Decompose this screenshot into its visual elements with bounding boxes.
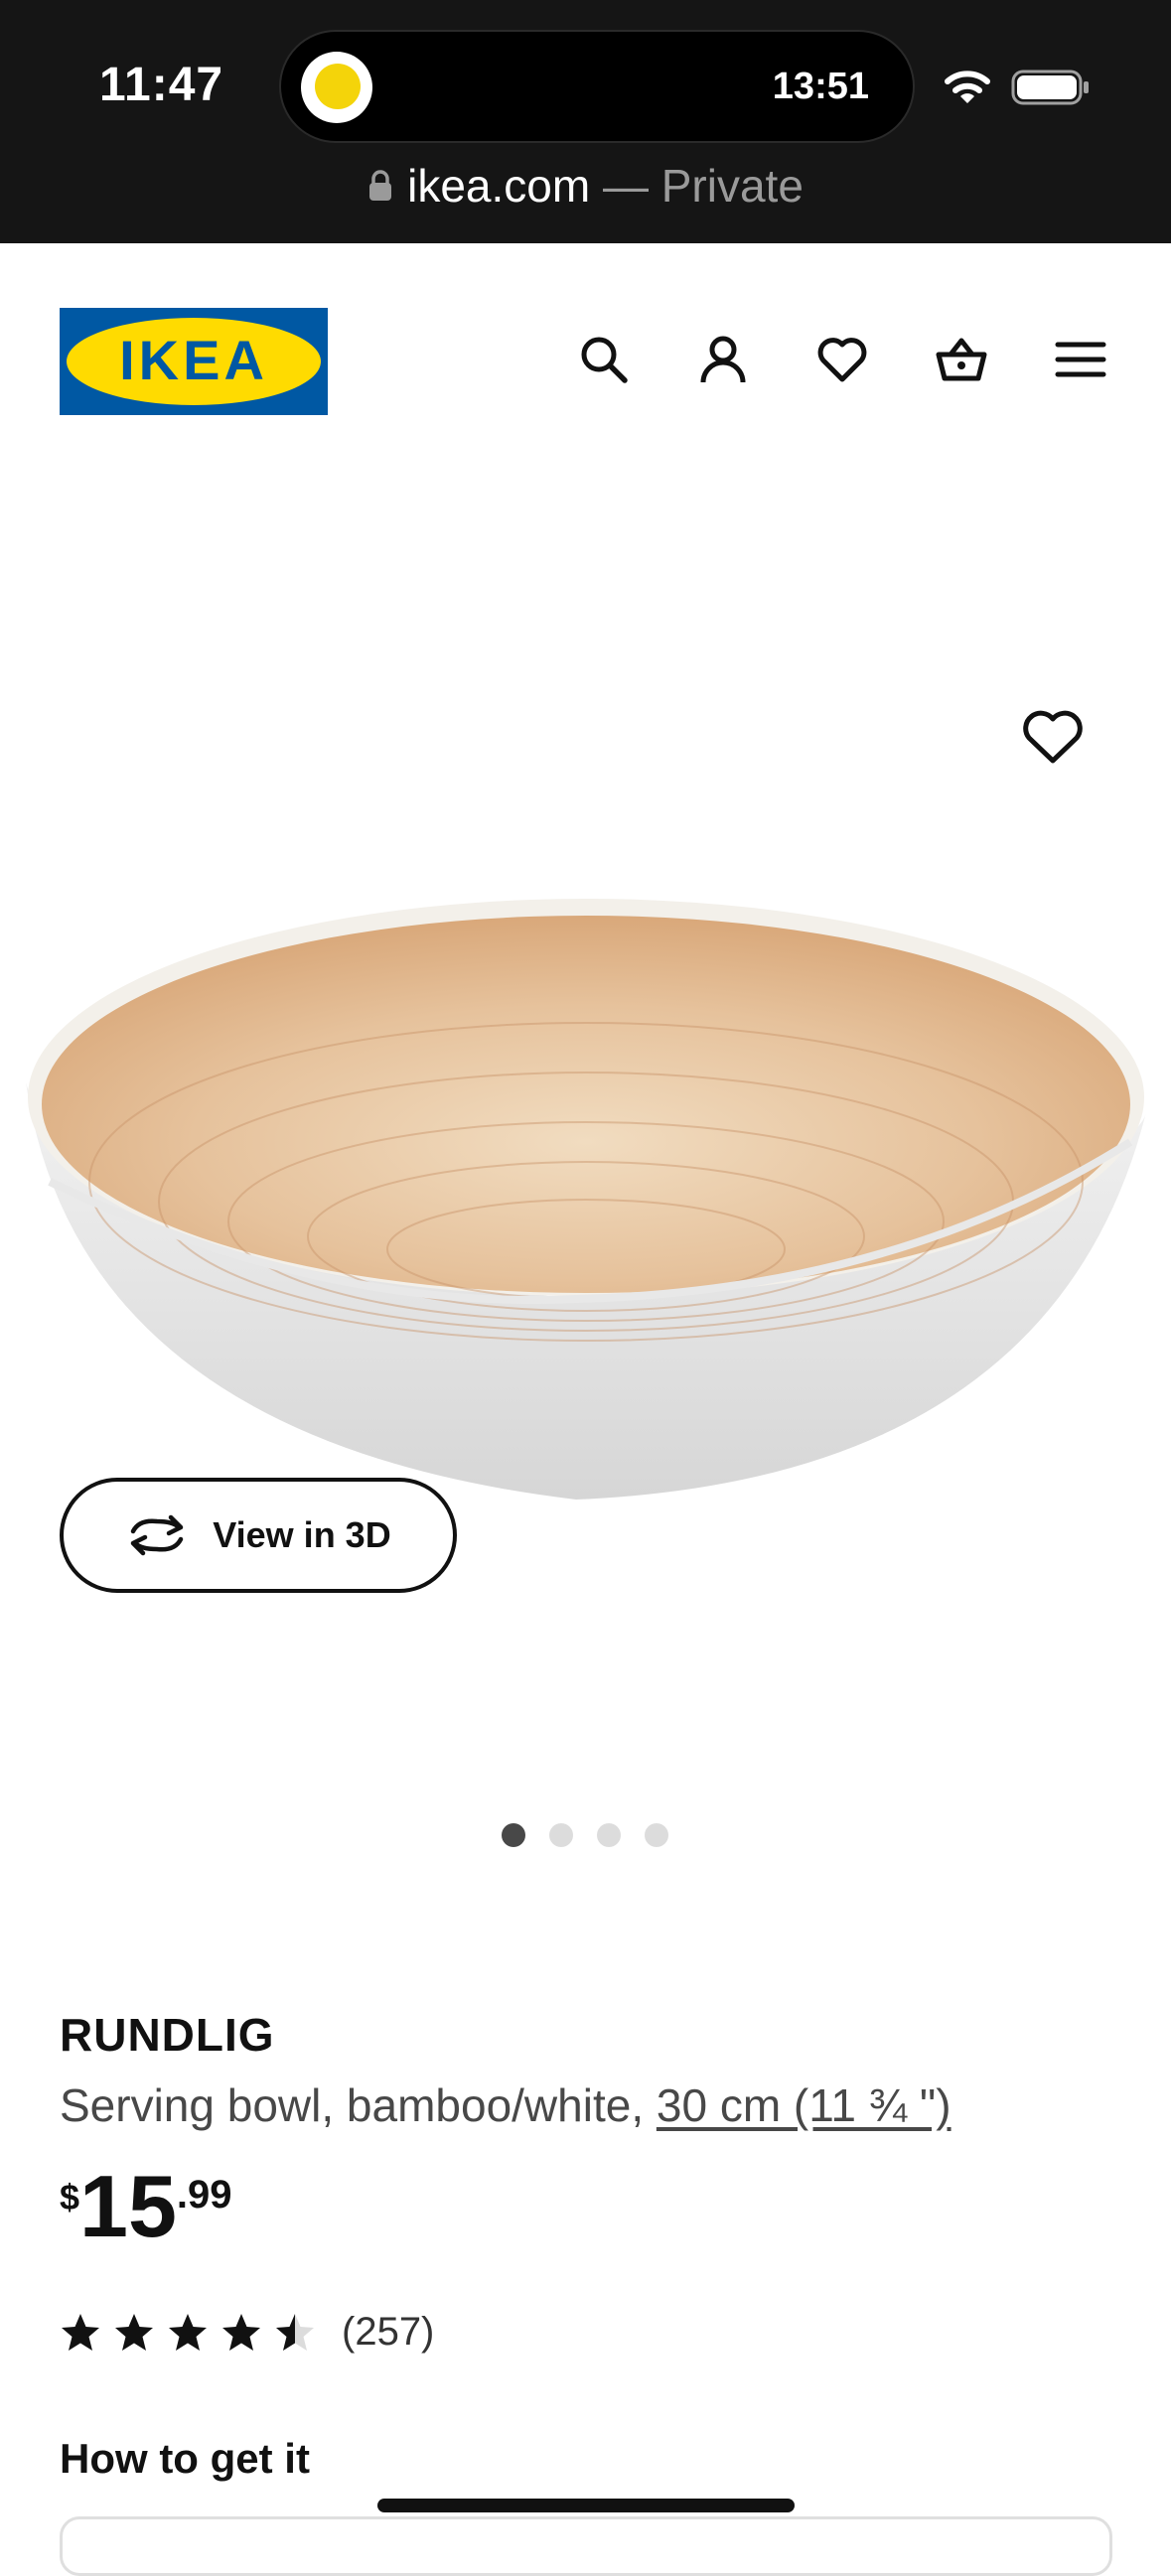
private-mode-label: Private: [660, 160, 804, 212]
live-activity-icon: [301, 52, 372, 123]
rotate-3d-icon: [131, 1514, 184, 1556]
carousel-dot-4[interactable]: [645, 1823, 668, 1847]
product-type: Serving bowl, bamboo/white,: [60, 2079, 657, 2131]
search-icon[interactable]: [574, 330, 634, 389]
battery-icon: [1011, 70, 1089, 105]
account-icon[interactable]: [693, 330, 753, 389]
star-full-icon: [169, 2314, 207, 2351]
status-time: 11:47: [99, 59, 224, 111]
review-count[interactable]: (257): [342, 2310, 434, 2355]
delivery-options-card[interactable]: [60, 2516, 1112, 2576]
price-decimal: .99: [176, 2173, 232, 2217]
menu-icon[interactable]: [1051, 330, 1110, 389]
browser-chrome: 11:47 13:51 ikea.com — Private: [0, 0, 1171, 243]
size-link[interactable]: 30 cm (11 ¾ "): [657, 2079, 951, 2131]
url-separator: —: [590, 160, 661, 212]
view-in-3d-button[interactable]: View in 3D: [60, 1478, 457, 1593]
ikea-logo[interactable]: IKEA: [60, 308, 328, 415]
cart-icon[interactable]: [932, 330, 991, 389]
view-in-3d-label: View in 3D: [213, 1514, 391, 1555]
how-to-get-it-heading: How to get it: [60, 2435, 310, 2482]
price-currency: $: [60, 2177, 80, 2218]
star-full-icon: [222, 2314, 260, 2351]
island-timer: 13:51: [772, 66, 869, 107]
favourites-icon[interactable]: [812, 330, 872, 389]
home-indicator[interactable]: [377, 2499, 795, 2512]
url-domain: ikea.com: [407, 160, 591, 212]
logo-text: IKEA: [119, 329, 268, 391]
carousel-dot-3[interactable]: [597, 1823, 621, 1847]
lock-icon: [369, 170, 392, 201]
dynamic-island[interactable]: 13:51: [279, 30, 915, 143]
star-full-icon: [62, 2314, 99, 2351]
star-full-icon: [115, 2314, 153, 2351]
carousel-dot-2[interactable]: [549, 1823, 573, 1847]
product-name: RUNDLIG: [60, 2009, 275, 2061]
product-price: $ 15 .99: [60, 2163, 232, 2250]
price-integer: 15: [79, 2157, 177, 2255]
star-half-icon: [276, 2314, 314, 2351]
carousel-dot-1[interactable]: [502, 1823, 525, 1847]
image-carousel-indicator: [502, 1823, 668, 1847]
address-bar[interactable]: ikea.com — Private: [0, 159, 1171, 213]
rating-stars[interactable]: [60, 2312, 316, 2354]
wifi-icon: [945, 71, 990, 103]
product-image[interactable]: [20, 884, 1152, 1519]
add-to-favourites-icon[interactable]: [1021, 707, 1085, 767]
product-description: Serving bowl, bamboo/white, 30 cm (11 ¾ …: [60, 2078, 951, 2132]
